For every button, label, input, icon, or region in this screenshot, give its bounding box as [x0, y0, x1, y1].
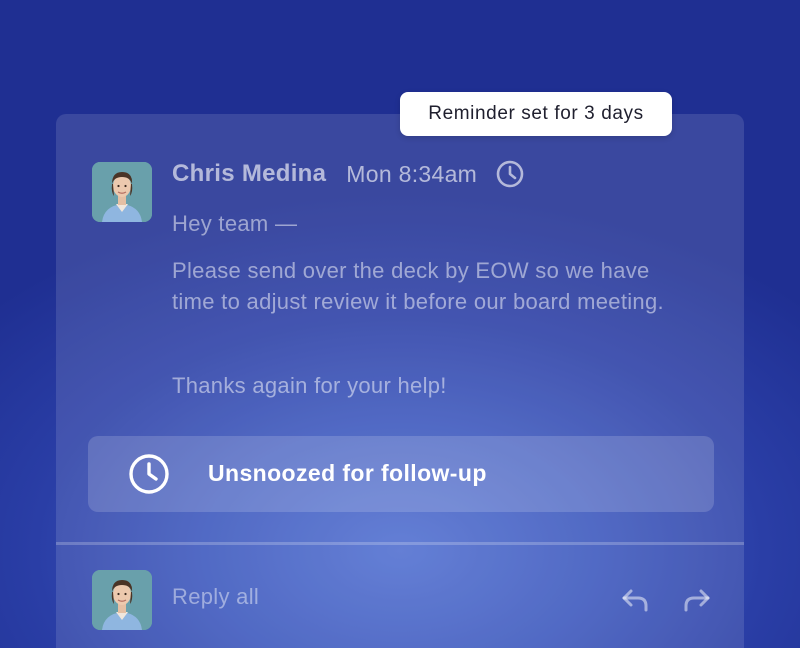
message-body: Please send over the deck by EOW so we h…: [172, 258, 664, 314]
snooze-status-bar[interactable]: Unsnoozed for follow-up: [88, 436, 714, 512]
email-message-card: Chris Medina Mon 8:34am Hey team — Pleas…: [56, 114, 744, 648]
reminder-tooltip-text: Reminder set for 3 days: [428, 103, 644, 124]
message-closing: Thanks again for your help!: [172, 373, 447, 398]
sender-name[interactable]: Chris Medina: [172, 160, 326, 188]
clock-icon: [128, 453, 170, 495]
clock-icon[interactable]: [495, 159, 525, 189]
message-greeting: Hey team —: [172, 211, 298, 236]
user-avatar: [92, 570, 152, 630]
forward-arrow-icon[interactable]: [680, 586, 712, 614]
snooze-status-label: Unsnoozed for follow-up: [208, 460, 487, 486]
sender-avatar[interactable]: [92, 162, 152, 222]
reply-arrow-icon[interactable]: [620, 586, 652, 614]
message-timestamp: Mon 8:34am: [346, 160, 478, 187]
reply-all-input[interactable]: Reply all: [172, 584, 259, 610]
reply-divider: [56, 542, 744, 545]
message-header: Chris Medina Mon 8:34am: [172, 158, 525, 190]
reminder-tooltip: Reminder set for 3 days: [400, 92, 672, 136]
